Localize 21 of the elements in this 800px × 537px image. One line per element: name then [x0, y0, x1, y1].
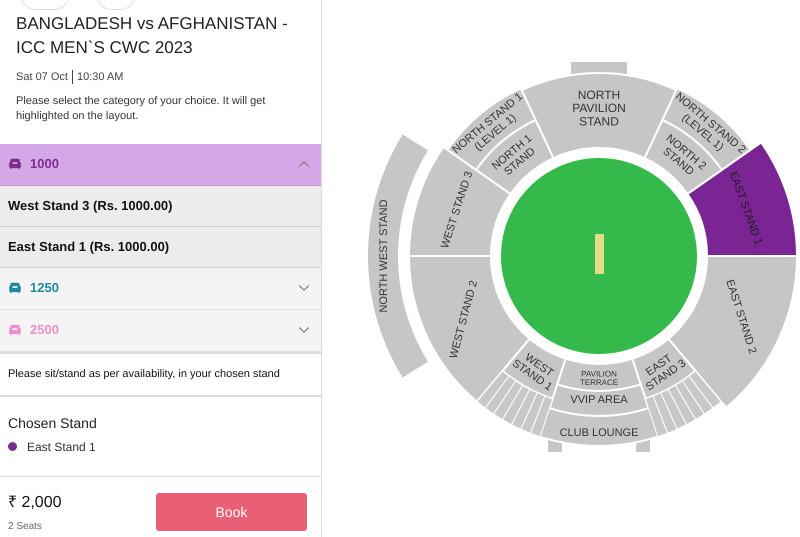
- seat-icon: [8, 157, 22, 171]
- seat-icon: [8, 323, 22, 337]
- event-date: Sat 07 Oct: [16, 70, 68, 85]
- category-price: 1250: [30, 279, 59, 298]
- event-title: BANGLADESH vs AFGHANISTAN - ICC MEN`S CWC 2023: [16, 13, 289, 59]
- chosen-stand-heading: Chosen Stand: [8, 414, 98, 432]
- instruction-text: Please select the category of your choice. It will get highlighted on the layout.: [16, 94, 266, 124]
- chosen-stand-name: East Stand 1: [27, 438, 96, 456]
- category-price: 2500: [30, 321, 59, 340]
- seat-icon: [8, 281, 22, 295]
- category-row[interactable]: 1000: [0, 144, 321, 186]
- event-time: 10:30 AM: [76, 70, 124, 85]
- stand-option[interactable]: East Stand 1 (Rs. 1000.00): [0, 226, 321, 268]
- stand-option[interactable]: West Stand 3 (Rs. 1000.00): [0, 186, 321, 226]
- availability-note: Please sit/stand as per availability, in your chosen stand: [8, 366, 280, 382]
- category-row[interactable]: 1250: [0, 268, 321, 310]
- stand-section[interactable]: NORTH WEST STAND: [366, 132, 430, 380]
- total-price: ₹ 2,000: [8, 492, 62, 512]
- category-price: 1000: [30, 155, 59, 174]
- pitch: [595, 234, 604, 274]
- seat-count: 2 Seats: [8, 520, 43, 534]
